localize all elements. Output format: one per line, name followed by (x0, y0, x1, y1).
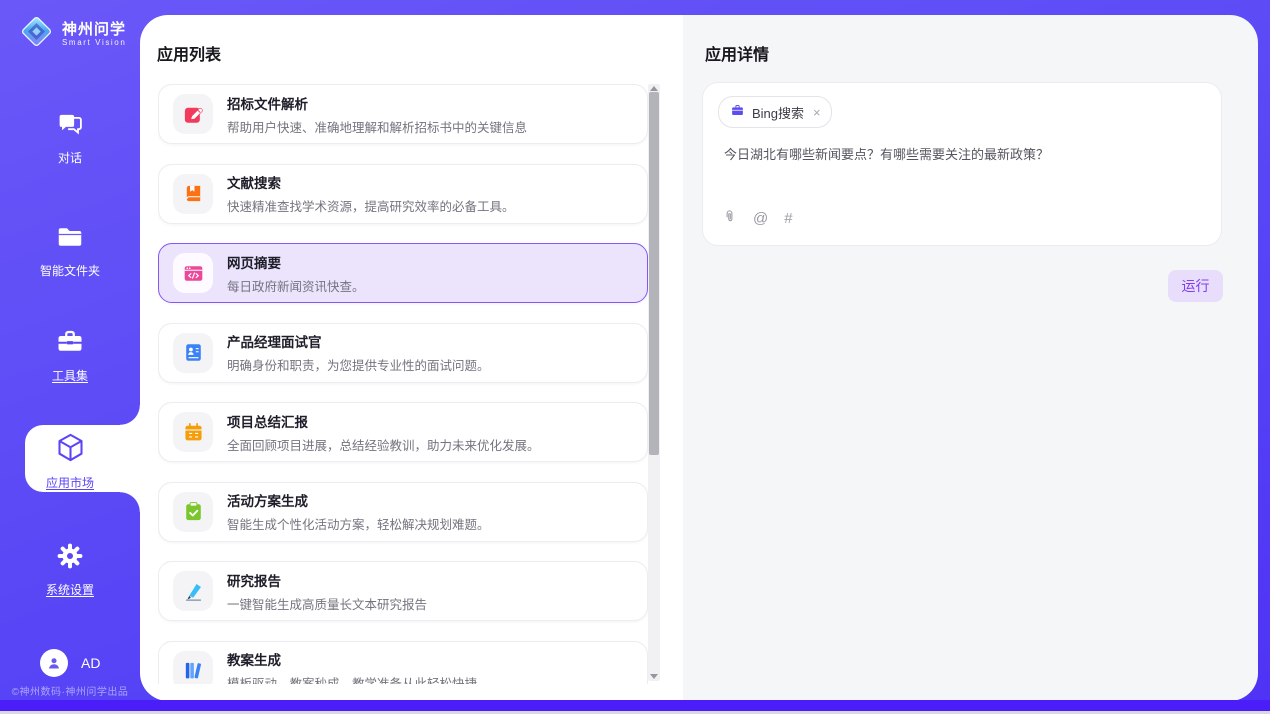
app-card-title: 研究报告 (227, 570, 427, 590)
main-content: 应用列表 招标文件解析 帮助用户快速、准确地理解和解析招标书中的关键信息 文献搜… (140, 15, 1258, 701)
books-icon (173, 651, 213, 685)
close-icon[interactable]: × (813, 105, 821, 120)
app-card-description: 每日政府新闻资讯快查。 (227, 276, 365, 295)
app-card[interactable]: 活动方案生成 智能生成个性化活动方案，轻松解决规划难题。 (158, 482, 648, 542)
app-list-title: 应用列表 (157, 41, 221, 65)
book-icon (173, 174, 213, 214)
app-window: 神州问学 Smart Vision 对话 智能文件夹 工具集 应用市场 系统设置… (0, 0, 1270, 714)
cube-icon (54, 431, 87, 463)
user-initials: AD (81, 655, 100, 671)
app-card-title: 招标文件解析 (227, 93, 527, 113)
calendar-icon (173, 412, 213, 452)
app-list-panel: 应用列表 招标文件解析 帮助用户快速、准确地理解和解析招标书中的关键信息 文献搜… (140, 15, 683, 701)
app-list-scrollbar[interactable] (648, 84, 660, 681)
app-card[interactable]: 产品经理面试官 明确身份和职责，为您提供专业性的面试问题。 (158, 323, 648, 383)
gear-icon (55, 541, 85, 573)
app-card[interactable]: 教案生成 模板驱动，教案秒成，教学准备从此轻松快捷 (158, 641, 648, 685)
app-card-title: 项目总结汇报 (227, 411, 540, 431)
resume-icon (173, 333, 213, 373)
pen-icon (173, 571, 213, 611)
app-card[interactable]: 网页摘要 每日政府新闻资讯快查。 (158, 243, 648, 303)
scroll-up-icon[interactable] (650, 86, 658, 91)
edit-square-icon (173, 94, 213, 134)
app-list: 招标文件解析 帮助用户快速、准确地理解和解析招标书中的关键信息 文献搜索 快速精… (158, 84, 648, 684)
chat-icon (56, 110, 85, 142)
hash-icon[interactable]: # (784, 211, 792, 226)
tool-tag-label: Bing搜索 (752, 103, 804, 122)
run-button[interactable]: 运行 (1168, 270, 1223, 302)
app-card-description: 一键智能生成高质量长文本研究报告 (227, 594, 427, 613)
app-card-description: 帮助用户快速、准确地理解和解析招标书中的关键信息 (227, 117, 527, 136)
app-card-description: 明确身份和职责，为您提供专业性的面试问题。 (227, 355, 490, 374)
app-card-description: 快速精准查找学术资源，提高研究效率的必备工具。 (227, 196, 515, 215)
app-card-description: 智能生成个性化活动方案，轻松解决规划难题。 (227, 514, 490, 533)
sidebar-item-label: 智能文件夹 (0, 262, 140, 279)
tool-tag-bing-search[interactable]: Bing搜索 × (718, 96, 832, 128)
logo-subtitle: Smart Vision (62, 38, 126, 47)
app-card-title: 产品经理面试官 (227, 331, 490, 351)
clipboard-check-icon (173, 492, 213, 532)
app-card-description: 全面回顾项目进展，总结经验教训，助力未来优化发展。 (227, 435, 540, 454)
app-card-description: 模板驱动，教案秒成，教学准备从此轻松快捷 (227, 673, 477, 684)
sidebar-active-tab-curve-bottom (120, 492, 140, 512)
logo-title: 神州问学 (62, 21, 126, 38)
scrollbar-thumb[interactable] (649, 92, 659, 455)
briefcase-icon (730, 103, 745, 121)
prompt-toolbar: @ # (722, 209, 793, 227)
sidebar-item-smart-folders[interactable]: 智能文件夹 (0, 222, 140, 279)
bottom-accent-bar (0, 700, 1270, 711)
app-logo: 神州问学 Smart Vision (18, 13, 126, 55)
browser-code-icon (173, 253, 213, 293)
sidebar-item-label: 工具集 (0, 367, 140, 384)
sidebar-item-app-market[interactable]: 应用市场 (0, 431, 140, 491)
app-card-title: 教案生成 (227, 649, 477, 669)
sidebar: 神州问学 Smart Vision 对话 智能文件夹 工具集 应用市场 系统设置… (0, 0, 140, 714)
prompt-card: Bing搜索 × 今日湖北有哪些新闻要点？有哪些需要关注的最新政策？ @ # (702, 82, 1222, 246)
scroll-down-icon[interactable] (650, 674, 658, 679)
sidebar-item-label: 系统设置 (0, 581, 140, 598)
sidebar-footer-text: ©神州数码·神州问学出品 (0, 683, 140, 698)
app-card-title: 文献搜索 (227, 172, 515, 192)
paperclip-icon[interactable] (722, 209, 737, 227)
sidebar-item-system-settings[interactable]: 系统设置 (0, 541, 140, 598)
app-card[interactable]: 项目总结汇报 全面回顾项目进展，总结经验教训，助力未来优化发展。 (158, 402, 648, 462)
sidebar-active-tab-curve-top (120, 405, 140, 425)
toolbox-icon (55, 327, 85, 359)
sidebar-item-label: 应用市场 (0, 474, 140, 491)
avatar[interactable] (40, 649, 68, 677)
app-card-title: 活动方案生成 (227, 490, 490, 510)
sidebar-item-label: 对话 (0, 149, 140, 166)
app-detail-title: 应用详情 (705, 41, 769, 65)
sidebar-item-chat[interactable]: 对话 (0, 110, 140, 166)
folder-icon (55, 222, 85, 254)
prompt-input[interactable]: 今日湖北有哪些新闻要点？有哪些需要关注的最新政策？ (724, 145, 1201, 165)
app-card[interactable]: 文献搜索 快速精准查找学术资源，提高研究效率的必备工具。 (158, 164, 648, 224)
logo-diamond-icon (18, 13, 55, 55)
at-icon[interactable]: @ (753, 211, 768, 226)
app-card-title: 网页摘要 (227, 252, 365, 272)
app-card[interactable]: 招标文件解析 帮助用户快速、准确地理解和解析招标书中的关键信息 (158, 84, 648, 144)
app-detail-panel: 应用详情 Bing搜索 × 今日湖北有哪些新闻要点？有哪些需要关注的最新政策？ … (683, 15, 1258, 701)
app-card[interactable]: 研究报告 一键智能生成高质量长文本研究报告 (158, 561, 648, 621)
user-account[interactable]: AD (40, 649, 100, 677)
sidebar-item-toolset[interactable]: 工具集 (0, 327, 140, 384)
